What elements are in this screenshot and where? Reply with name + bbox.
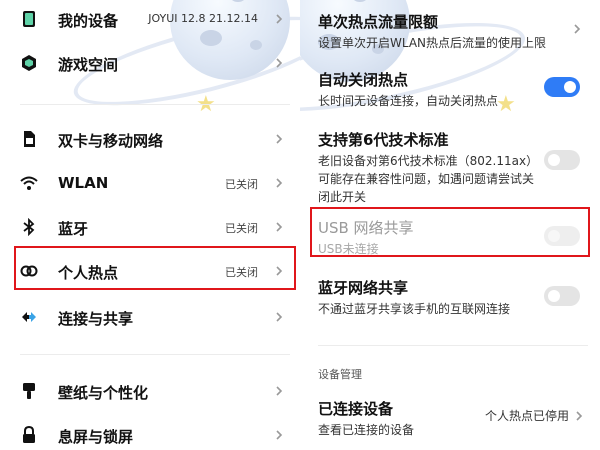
star-decoration: ★ xyxy=(196,92,216,117)
highlight-box-usb-share xyxy=(310,207,590,257)
cube-icon xyxy=(22,55,36,71)
section-divider xyxy=(20,104,290,105)
phone-icon xyxy=(23,11,35,27)
menu-item-dual-sim[interactable]: 双卡与移动网络 xyxy=(0,120,300,160)
menu-item-wlan[interactable]: WLAN 已关闭 xyxy=(0,164,300,204)
menu-item-connection-sharing[interactable]: 连接与共享 xyxy=(0,298,300,338)
section-header-device-management: 设备管理 xyxy=(318,368,362,381)
wlan-status: 已关闭 xyxy=(225,178,258,191)
menu-item-label: 游戏空间 xyxy=(58,56,119,74)
connection-share-icon xyxy=(22,312,36,322)
menu-item-label: 双卡与移动网络 xyxy=(58,132,164,150)
bluetooth-share-toggle[interactable] xyxy=(544,286,580,306)
hotspot-settings-pane: ★ 单次热点流量限额 设置单次开启WLAN热点后流量的使用上限 自动关闭热点 长… xyxy=(300,0,600,450)
menu-item-wallpaper[interactable]: 壁纸与个性化 xyxy=(0,372,300,412)
setting-title: 单次热点流量限额 xyxy=(318,13,439,31)
chevron-right-icon xyxy=(276,134,283,144)
os-version: JOYUI 12.8 21.12.14 xyxy=(148,12,258,25)
highlight-box-hotspot xyxy=(14,246,296,290)
chevron-right-icon xyxy=(276,386,283,396)
menu-item-my-device[interactable]: 我的设备 JOYUI 12.8 21.12.14 xyxy=(0,0,300,40)
chevron-right-icon xyxy=(276,430,283,440)
menu-item-label: 连接与共享 xyxy=(58,310,134,328)
sim-card-icon xyxy=(24,131,35,147)
brush-icon xyxy=(23,383,35,399)
setting-data-limit[interactable]: 单次热点流量限额 设置单次开启WLAN热点后流量的使用上限 xyxy=(318,12,588,52)
chevron-right-icon xyxy=(276,14,283,24)
menu-item-label: 蓝牙 xyxy=(58,220,89,238)
chevron-right-icon xyxy=(276,312,283,322)
bluetooth-icon xyxy=(23,218,35,236)
hotspot-disabled-status: 个人热点已停用 xyxy=(485,409,570,423)
settings-menu-pane: ★ 我的设备 JOYUI 12.8 21.12.14 游戏空间 双卡与移动网络 … xyxy=(0,0,300,450)
wifi6-toggle[interactable] xyxy=(544,150,580,170)
setting-description: 设置单次开启WLAN热点后流量的使用上限 xyxy=(318,36,547,50)
setting-description: 老旧设备对第6代技术标准（802.11ax）可能存在兼容性问题，如遇问题请尝试关… xyxy=(318,154,535,204)
lock-icon xyxy=(23,426,35,443)
auto-off-toggle[interactable] xyxy=(544,77,580,97)
bluetooth-status: 已关闭 xyxy=(225,222,258,235)
menu-item-label: 息屏与锁屏 xyxy=(58,428,134,446)
menu-item-lock-screen[interactable]: 息屏与锁屏 xyxy=(0,416,300,450)
wifi-icon xyxy=(20,176,38,190)
section-divider xyxy=(318,345,588,346)
section-divider xyxy=(20,354,290,355)
chevron-right-icon xyxy=(276,58,283,68)
menu-item-label: WLAN xyxy=(58,174,109,192)
chevron-right-icon xyxy=(576,411,583,421)
setting-title: 支持第6代技术标准 xyxy=(318,131,449,149)
menu-item-bluetooth[interactable]: 蓝牙 已关闭 xyxy=(0,208,300,248)
chevron-right-icon xyxy=(276,178,283,188)
chevron-right-icon xyxy=(574,24,581,34)
chevron-right-icon xyxy=(276,222,283,232)
menu-item-label: 壁纸与个性化 xyxy=(58,384,149,402)
menu-item-label: 我的设备 xyxy=(58,12,119,30)
menu-item-game-space[interactable]: 游戏空间 xyxy=(0,44,300,84)
